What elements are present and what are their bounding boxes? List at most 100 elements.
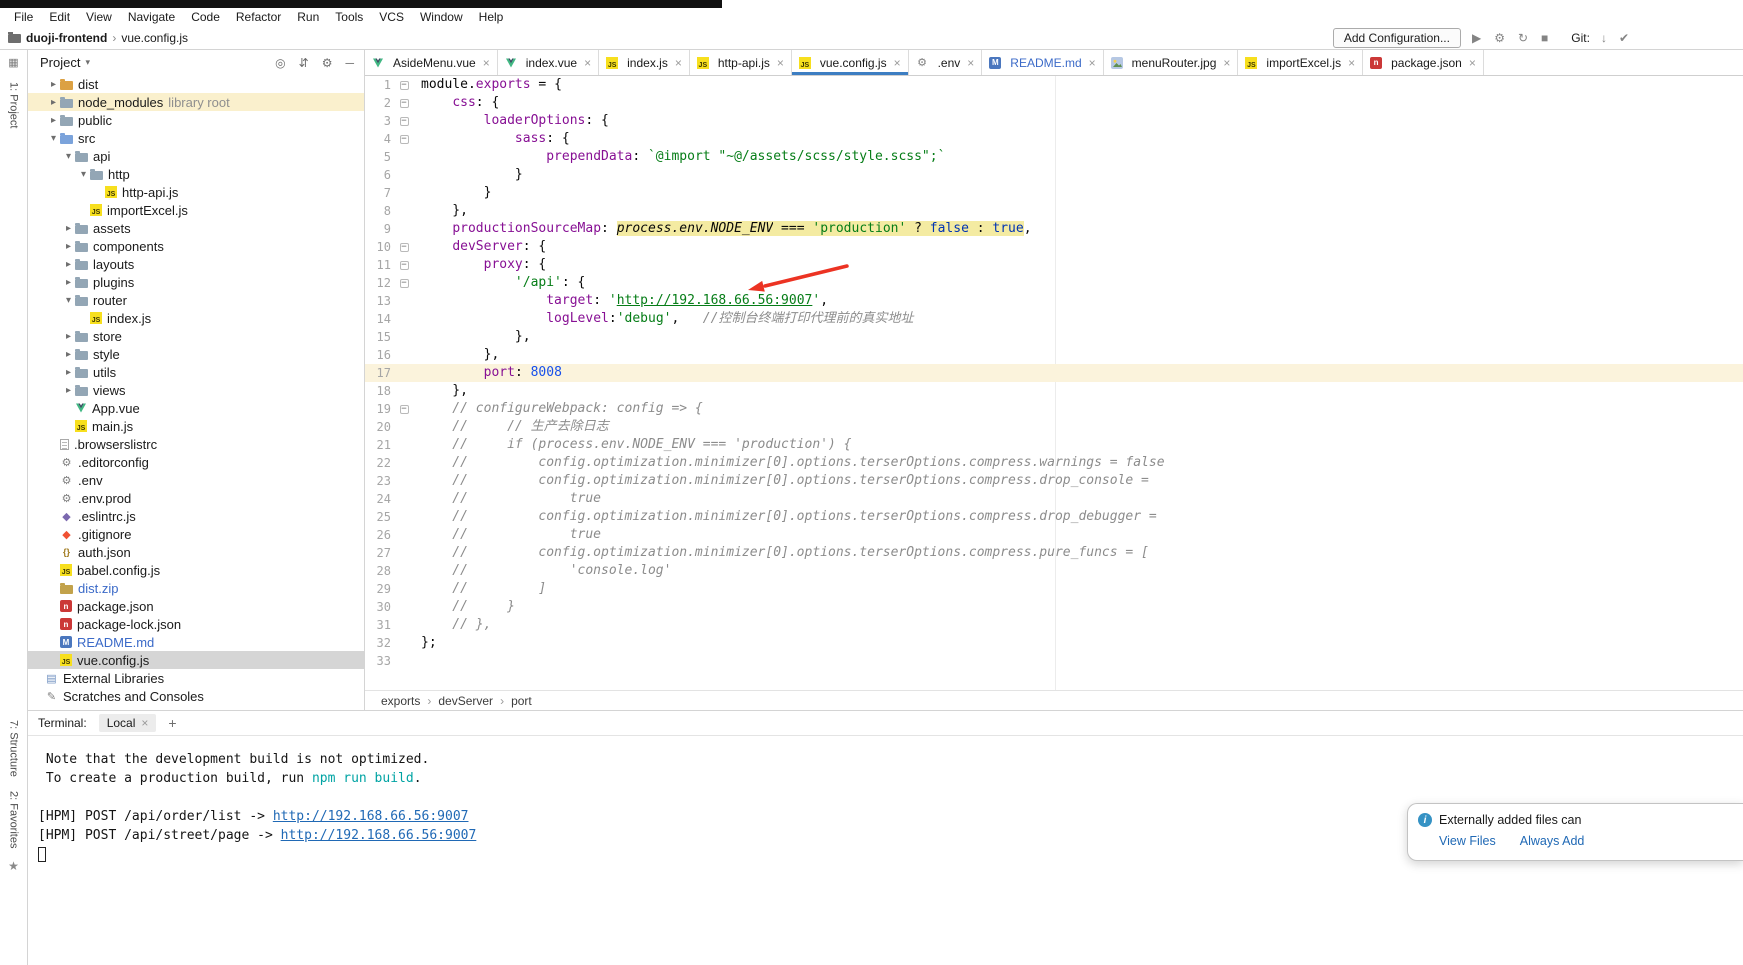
project-tree[interactable]: ▸dist▸node_moduleslibrary root▸public▾sr… [28, 75, 364, 710]
chevron-right-icon[interactable]: ▸ [62, 367, 75, 378]
stop-icon[interactable]: ■ [1539, 31, 1550, 45]
menu-code[interactable]: Code [183, 10, 228, 24]
chevron-down-icon[interactable]: ▾ [62, 151, 75, 162]
chevron-down-icon[interactable]: ▾ [85, 57, 90, 68]
tree-item-utils[interactable]: ▸utils [28, 363, 364, 381]
breadcrumb-file[interactable]: vue.config.js [121, 31, 188, 45]
tab-env[interactable]: ⚙.env× [909, 50, 983, 75]
tab-http-api-js[interactable]: JShttp-api.js× [690, 50, 792, 75]
hide-panel-icon[interactable]: ─ [345, 56, 354, 70]
code-line-9[interactable]: 9 productionSourceMap: process.env.NODE_… [365, 220, 1743, 238]
code-line-11[interactable]: 11− proxy: { [365, 256, 1743, 274]
code-line-2[interactable]: 2− css: { [365, 94, 1743, 112]
fold-icon[interactable]: − [397, 94, 411, 112]
code-line-6[interactable]: 6 } [365, 166, 1743, 184]
tree-item-app-vue[interactable]: App.vue [28, 399, 364, 417]
new-terminal-session-button[interactable]: + [168, 715, 176, 731]
tree-item-components[interactable]: ▸components [28, 237, 364, 255]
code-line-10[interactable]: 10− devServer: { [365, 238, 1743, 256]
chevron-right-icon[interactable]: ▸ [62, 277, 75, 288]
git-update-icon[interactable]: ↓ [1599, 31, 1609, 45]
tree-item-http[interactable]: ▾http [28, 165, 364, 183]
tree-item-importexcel-js[interactable]: JSimportExcel.js [28, 201, 364, 219]
menu-view[interactable]: View [78, 10, 120, 24]
tree-item-http-api-js[interactable]: JShttp-api.js [28, 183, 364, 201]
fold-minus-icon[interactable]: − [400, 135, 409, 144]
code-line-25[interactable]: 25 // config.optimization.minimizer[0].o… [365, 508, 1743, 526]
breadcrumb-project[interactable]: duoji-frontend [26, 31, 107, 45]
tree-item-dist[interactable]: ▸dist [28, 75, 364, 93]
code-line-17[interactable]: 17 port: 8008 [365, 364, 1743, 382]
tree-item-babel-config-js[interactable]: JSbabel.config.js [28, 561, 364, 579]
tab-importexcel-js[interactable]: JSimportExcel.js× [1238, 50, 1363, 75]
fold-minus-icon[interactable]: − [400, 261, 409, 270]
tool-button-project[interactable]: 1: Project [8, 82, 20, 128]
code-line-14[interactable]: 14 logLevel:'debug', //控制台终端打印代理前的真实地址 [365, 310, 1743, 328]
breadcrumb-port[interactable]: port [511, 694, 532, 708]
breadcrumb-exports[interactable]: exports [381, 694, 420, 708]
tab-package-json[interactable]: npackage.json× [1363, 50, 1484, 75]
code-line-29[interactable]: 29 // ] [365, 580, 1743, 598]
chevron-right-icon[interactable]: ▸ [62, 385, 75, 396]
close-icon[interactable]: × [777, 56, 784, 70]
tree-item-auth-json[interactable]: {}auth.json [28, 543, 364, 561]
tree-item-env-prod[interactable]: ⚙.env.prod [28, 489, 364, 507]
locate-icon[interactable]: ◎ [275, 56, 285, 70]
terminal-tab-local[interactable]: Local × [99, 714, 157, 732]
view-files-link[interactable]: View Files [1439, 834, 1496, 848]
menu-edit[interactable]: Edit [41, 10, 78, 24]
tree-item-scratches-and-consoles[interactable]: ✎Scratches and Consoles [28, 687, 364, 705]
close-icon[interactable]: × [1089, 56, 1096, 70]
rerun-icon[interactable]: ↻ [1516, 31, 1530, 45]
debug-icon[interactable]: ⚙ [1492, 31, 1507, 45]
menu-file[interactable]: File [6, 10, 41, 24]
code-line-21[interactable]: 21 // if (process.env.NODE_ENV === 'prod… [365, 436, 1743, 454]
close-icon[interactable]: × [141, 716, 148, 730]
fold-minus-icon[interactable]: − [400, 279, 409, 288]
tree-item-node-modules[interactable]: ▸node_moduleslibrary root [28, 93, 364, 111]
menu-run[interactable]: Run [289, 10, 327, 24]
chevron-right-icon[interactable]: ▸ [62, 223, 75, 234]
tree-item-vue-config-js[interactable]: JSvue.config.js [28, 651, 364, 669]
project-tool-icon[interactable]: ▦ [8, 56, 18, 69]
tree-item-browserslistrc[interactable]: .browserslistrc [28, 435, 364, 453]
close-icon[interactable]: × [894, 56, 901, 70]
git-commit-icon[interactable]: ✔ [1617, 31, 1631, 45]
tree-item-package-json[interactable]: npackage.json [28, 597, 364, 615]
chevron-right-icon[interactable]: ▸ [62, 331, 75, 342]
code-line-18[interactable]: 18 }, [365, 382, 1743, 400]
code-line-15[interactable]: 15 }, [365, 328, 1743, 346]
tree-item-style[interactable]: ▸style [28, 345, 364, 363]
code-line-32[interactable]: 32}; [365, 634, 1743, 652]
close-icon[interactable]: × [1348, 56, 1355, 70]
chevron-right-icon[interactable]: ▸ [62, 241, 75, 252]
menu-navigate[interactable]: Navigate [120, 10, 183, 24]
always-add-link[interactable]: Always Add [1520, 834, 1585, 848]
tree-item-views[interactable]: ▸views [28, 381, 364, 399]
code-line-4[interactable]: 4− sass: { [365, 130, 1743, 148]
close-icon[interactable]: × [483, 56, 490, 70]
chevron-right-icon[interactable]: ▸ [47, 79, 60, 90]
fold-minus-icon[interactable]: − [400, 117, 409, 126]
tree-item-api[interactable]: ▾api [28, 147, 364, 165]
collapse-all-icon[interactable]: ⇵ [299, 56, 309, 70]
tab-menurouter-jpg[interactable]: menuRouter.jpg× [1104, 50, 1239, 75]
chevron-down-icon[interactable]: ▾ [62, 295, 75, 306]
close-icon[interactable]: × [967, 56, 974, 70]
fold-minus-icon[interactable]: − [400, 99, 409, 108]
code-line-31[interactable]: 31 // }, [365, 616, 1743, 634]
run-icon[interactable]: ▶ [1470, 31, 1483, 45]
tree-item-main-js[interactable]: JSmain.js [28, 417, 364, 435]
code-line-12[interactable]: 12− '/api': { [365, 274, 1743, 292]
fold-icon[interactable]: − [397, 112, 411, 130]
code-line-8[interactable]: 8 }, [365, 202, 1743, 220]
tree-item-plugins[interactable]: ▸plugins [28, 273, 364, 291]
code-line-28[interactable]: 28 // 'console.log' [365, 562, 1743, 580]
tool-button-structure[interactable]: 7: Structure [8, 720, 20, 777]
code-line-30[interactable]: 30 // } [365, 598, 1743, 616]
chevron-down-icon[interactable]: ▾ [77, 169, 90, 180]
fold-icon[interactable]: − [397, 130, 411, 148]
close-icon[interactable]: × [675, 56, 682, 70]
tab-vue-config-js[interactable]: JSvue.config.js× [792, 50, 909, 75]
tab-readme-md[interactable]: MREADME.md× [982, 50, 1103, 75]
